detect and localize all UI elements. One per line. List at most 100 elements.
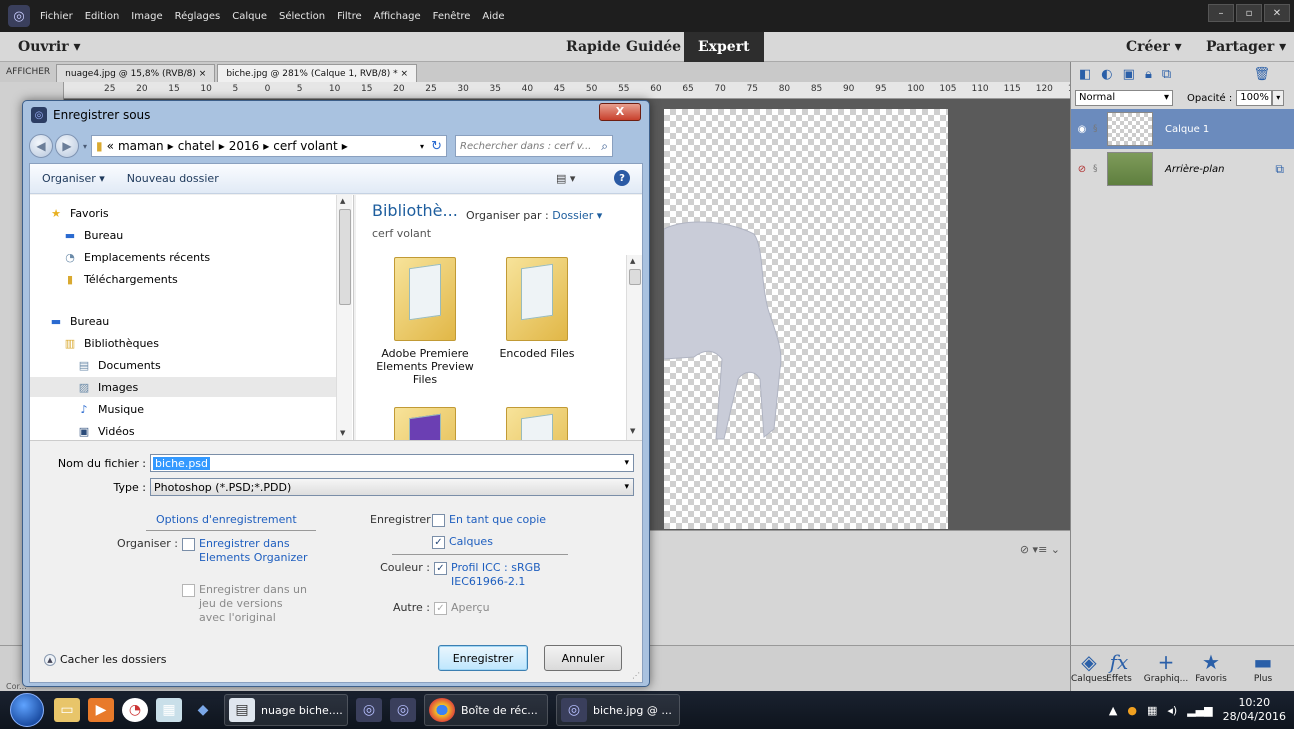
menu-fichier[interactable]: Fichier [40,11,73,22]
back-icon[interactable]: ◀ [29,134,53,158]
link-icon[interactable]: ⧉ [1162,67,1171,82]
taskbar-item-biche[interactable]: ◎ biche.jpg @ ... [556,694,680,726]
layer-lock-icon[interactable]: ⧉ [1275,162,1284,177]
opacity-input[interactable]: 100% [1236,90,1273,106]
filename-input[interactable]: biche.psd [150,454,634,472]
plus-button[interactable]: ▬ Plus [1243,650,1283,684]
scroll-up-icon[interactable]: ▲ [340,197,345,205]
tab-biche[interactable]: biche.jpg @ 281% (Calque 1, RVB/8) * × [217,64,418,82]
folder-item[interactable] [482,407,592,440]
folder-item[interactable]: Encoded Files [482,257,592,360]
trash-icon[interactable]: 🗑︎ [1253,67,1270,82]
mask-icon[interactable]: ▣ [1123,67,1135,82]
network-icon[interactable]: ▦ [1147,704,1157,717]
favoris-button[interactable]: ★ Favoris [1189,650,1233,684]
taskbar-premiere[interactable]: ▶ [88,694,114,726]
graphiques-button[interactable]: + Graphiq... [1141,650,1191,684]
nav-favoris[interactable]: ★ Favoris [48,203,109,223]
taskbar-pse2[interactable]: ◎ [390,694,416,726]
clock[interactable]: 10:20 28/04/2016 [1223,696,1286,724]
chevron-right-icon[interactable]: ▸ [263,139,269,153]
panel-options-icon[interactable]: ⊘ ▾≡ ⌄ [1020,543,1060,556]
nav-videos[interactable]: ▣ Vidéos [76,421,135,440]
taskbar-pse1[interactable]: ◎ [356,694,382,726]
blend-mode-select[interactable]: Normal [1075,90,1173,106]
nav-documents[interactable]: ▤ Documents [76,355,161,375]
open-button[interactable]: Ouvrir ▾ [18,39,81,55]
nav-bureau[interactable]: ▬ Bureau [62,225,123,245]
layers-checkbox[interactable]: ✓ Calques [432,535,493,549]
refresh-icon[interactable]: ↻ [431,139,442,154]
breadcrumb-maman[interactable]: maman [118,139,164,153]
checkbox-box[interactable] [432,514,445,527]
scroll-thumb[interactable] [629,269,641,285]
mode-expert[interactable]: Expert [684,32,764,62]
menu-aide[interactable]: Aide [482,11,504,22]
breadcrumb-2016[interactable]: 2016 [229,139,260,153]
view-options-icon[interactable]: ▤ ▾ [556,172,575,185]
mode-guidee[interactable]: Guidée [612,32,695,62]
maximize-button[interactable]: ▫ [1236,4,1262,22]
adjustment-icon[interactable]: ◐ [1101,67,1112,82]
breadcrumb-cerf-volant[interactable]: cerf volant [273,139,337,153]
copy-checkbox[interactable]: En tant que copie [432,513,546,527]
arrange-by-value[interactable]: Dossier ▾ [552,209,602,222]
opacity-dropdown-icon[interactable]: ▾ [1272,90,1285,106]
new-folder-button[interactable]: Nouveau dossier [127,172,219,185]
folder-item[interactable] [370,407,480,440]
icc-checkbox[interactable]: ✓ Profil ICC : sRGB IEC61966-2.1 [434,561,564,589]
dialog-close-button[interactable]: X [599,103,641,121]
nav-music[interactable]: ♪ Musique [76,399,144,419]
menu-image[interactable]: Image [131,11,162,22]
tab-close-icon[interactable]: × [199,69,207,79]
eye-icon[interactable]: ◉ [1071,124,1093,135]
folder-item[interactable]: Adobe Premiere Elements Preview Files [370,257,480,386]
chevron-right-icon[interactable]: ▸ [168,139,174,153]
arrange-by[interactable]: Organiser par : Dossier ▾ [466,209,602,222]
scroll-down-icon[interactable]: ▼ [340,429,345,437]
forward-icon[interactable]: ▶ [55,134,79,158]
resize-grip-icon[interactable]: ⋰ [632,671,640,680]
recent-dropdown-icon[interactable]: ▾ [83,142,87,151]
chevron-right-icon[interactable]: ▸ [219,139,225,153]
organize-menu[interactable]: Organiser ▾ [42,172,105,185]
menu-fenetre[interactable]: Fenêtre [433,11,471,22]
start-button[interactable] [10,693,44,727]
minimize-button[interactable]: – [1208,4,1234,22]
address-bar[interactable]: ▮ « maman ▸ chatel ▸ 2016 ▸ cerf volant ▸ ▾ … [91,135,448,157]
lock-icon[interactable]: 🔒︎ [1145,67,1152,82]
nav-scrollbar[interactable]: ▲ ▼ [336,195,352,440]
scroll-up-icon[interactable]: ▲ [630,257,635,265]
afficher-label[interactable]: AFFICHER [0,62,56,82]
signal-icon[interactable]: ▂▄▆ [1187,704,1212,717]
taskbar-picasa[interactable]: ◔ [122,694,148,726]
menu-filtre[interactable]: Filtre [337,11,362,22]
share-button[interactable]: Partager ▾ [1206,32,1286,62]
help-icon[interactable]: ? [614,170,630,186]
nav-downloads[interactable]: ▮ Téléchargements [62,269,178,289]
checkbox-box[interactable] [182,584,195,597]
layer-row-calque1[interactable]: ◉ § Calque 1 [1071,109,1294,149]
breadcrumb-chatel[interactable]: chatel [178,139,215,153]
checkmark-icon[interactable]: ✓ [434,602,447,615]
taskbar-item-nuage-biche[interactable]: ▤ nuage biche.... [224,694,348,726]
nav-libraries[interactable]: ▥ Bibliothèques [62,333,159,353]
cancel-button[interactable]: Annuler [544,645,622,671]
scroll-down-icon[interactable]: ▼ [630,427,635,435]
menu-calque[interactable]: Calque [232,11,267,22]
search-input[interactable]: Rechercher dans : cerf v... ⌕ [455,135,614,157]
chevron-right-icon[interactable]: ▸ [342,139,348,153]
menu-selection[interactable]: Sélection [279,11,325,22]
checkmark-icon[interactable]: ✓ [432,536,445,549]
effets-button[interactable]: fx Effets [1099,650,1139,684]
menu-affichage[interactable]: Affichage [374,11,421,22]
version-set-checkbox[interactable]: Enregistrer dans un jeu de versions avec… [182,583,312,625]
create-button[interactable]: Créer ▾ [1126,32,1182,62]
volume-icon[interactable]: ◂) [1167,704,1177,717]
eye-hidden-icon[interactable]: ⊘ [1071,164,1093,175]
close-window-button[interactable]: ✕ [1264,4,1290,22]
path-overflow[interactable]: « [107,139,114,153]
hide-folders-toggle[interactable]: ▲ Cacher les dossiers [44,653,167,666]
tab-close-icon[interactable]: × [401,69,409,79]
menu-reglages[interactable]: Réglages [175,11,221,22]
